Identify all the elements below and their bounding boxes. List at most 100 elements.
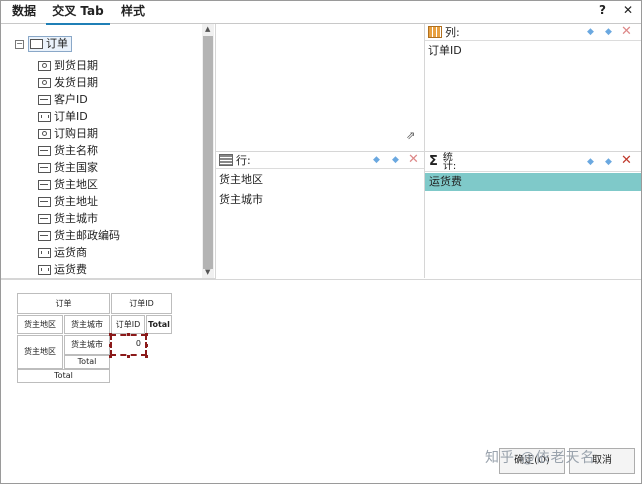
field-item[interactable]: 货主邮政编码	[38, 227, 120, 244]
field-item[interactable]: 订购日期	[38, 125, 98, 142]
resize-handle[interactable]	[145, 355, 148, 358]
field-item-label: 货主邮政编码	[54, 229, 120, 242]
field-item-label: 货主国家	[54, 161, 98, 174]
field-item[interactable]: 客户ID	[38, 91, 88, 108]
values-item-selected[interactable]: 运货费	[425, 173, 641, 191]
scroll-down-icon[interactable]: ▼	[205, 268, 210, 276]
rows-zone[interactable]: 行: ◆ ◆ ✕ 货主地区 货主城市	[216, 152, 424, 278]
field-item[interactable]: 货主地区	[38, 176, 98, 193]
move-down-icon[interactable]: ◆	[605, 157, 612, 167]
resize-handle[interactable]	[109, 344, 112, 347]
values-zone-label: 统 计:	[442, 152, 457, 172]
remove-icon[interactable]: ✕	[621, 24, 632, 39]
move-up-icon[interactable]: ◆	[587, 157, 594, 167]
resize-handle[interactable]	[109, 355, 112, 358]
rows-icon	[219, 154, 233, 166]
text-icon	[38, 145, 51, 156]
preview-col-orderid: 订单ID	[111, 315, 145, 334]
resize-handle[interactable]	[109, 333, 112, 336]
field-item[interactable]: 运货费	[38, 261, 87, 278]
scroll-up-icon[interactable]: ▲	[205, 25, 210, 33]
table-node[interactable]: 订单	[28, 36, 72, 52]
preview-row-region: 货主地区	[17, 335, 63, 369]
table-icon	[30, 39, 43, 49]
filter-zone[interactable]	[216, 24, 424, 151]
field-item-label: 发货日期	[54, 76, 98, 89]
field-item-label: 客户ID	[54, 93, 88, 106]
field-list-scrollbar[interactable]: ▲ ▼	[202, 24, 214, 278]
preview-header-orders: 订单	[17, 293, 110, 314]
field-list-panel: − 订单 到货日期发货日期客户ID 订单ID 订购日期货主名称货主国家货主地区货主地…	[1, 24, 216, 279]
field-item-label: 运货商	[54, 246, 87, 259]
zone-divider	[216, 151, 641, 152]
resize-handle[interactable]	[127, 355, 130, 358]
field-item[interactable]: 发货日期	[38, 74, 98, 91]
values-label-line2: 计:	[442, 160, 457, 172]
preview-row-subtotal: Total	[64, 355, 110, 369]
field-item-label: 货主城市	[54, 212, 98, 225]
move-down-icon[interactable]: ◆	[392, 155, 399, 165]
tab-crosstab[interactable]: 交叉 Tab	[46, 1, 110, 25]
close-icon[interactable]: ✕	[623, 3, 633, 17]
text-icon	[38, 162, 51, 173]
remove-icon[interactable]: ✕	[621, 153, 632, 168]
defer-layout-icon[interactable]: ⇗	[406, 129, 415, 142]
field-item[interactable]: 到货日期	[38, 57, 98, 74]
preview-col-total: Total	[146, 315, 172, 334]
number-icon	[38, 264, 51, 275]
text-icon	[38, 213, 51, 224]
field-item[interactable]: 订单ID	[38, 108, 88, 125]
tab-style[interactable]: 样式	[121, 1, 145, 23]
columns-zone[interactable]: 列: ◆ ◆ ✕ 订单ID	[425, 24, 641, 151]
columns-icon	[428, 26, 442, 38]
calendar-icon	[38, 60, 51, 71]
remove-icon[interactable]: ✕	[408, 152, 419, 167]
tab-data[interactable]: 数据	[12, 1, 36, 23]
table-name: 订单	[46, 37, 68, 50]
move-up-icon[interactable]: ◆	[373, 155, 380, 165]
field-item-label: 到货日期	[54, 59, 98, 72]
sigma-icon: Σ	[429, 154, 438, 169]
move-down-icon[interactable]: ◆	[605, 27, 612, 37]
text-icon	[38, 94, 51, 105]
text-icon	[38, 196, 51, 207]
field-item[interactable]: 运货商	[38, 244, 87, 261]
rows-zone-label: 行:	[236, 154, 251, 167]
tree-root-orders[interactable]: − 订单	[15, 36, 72, 52]
field-item-label: 订单ID	[54, 110, 88, 123]
crosstab-dialog: 数据 交叉 Tab 样式 ? ✕ − 订单 到货日期发货日期客户ID 订单ID 订购…	[0, 0, 642, 484]
field-item[interactable]: 货主名称	[38, 142, 98, 159]
preview-col-city: 货主城市	[64, 315, 110, 334]
field-item[interactable]: 货主城市	[38, 210, 98, 227]
scrollbar-thumb[interactable]	[203, 36, 213, 269]
watermark: 知乎 @依老天名	[485, 450, 596, 466]
field-item-label: 货主地址	[54, 195, 98, 208]
field-item-label: 订购日期	[54, 127, 98, 140]
preview-col-region: 货主地区	[17, 315, 63, 334]
resize-handle[interactable]	[145, 344, 148, 347]
collapse-icon[interactable]: −	[15, 39, 24, 49]
field-item[interactable]: 货主国家	[38, 159, 98, 176]
number-icon	[38, 111, 51, 122]
values-zone-header: Σ 统 计: ◆ ◆ ✕	[425, 152, 641, 172]
field-item[interactable]: 货主地址	[38, 193, 98, 210]
rows-item[interactable]: 货主城市	[219, 191, 263, 209]
values-zone[interactable]: Σ 统 计: ◆ ◆ ✕ 运货费	[425, 152, 641, 278]
preview-value-cell[interactable]: 0	[110, 334, 147, 356]
field-item-label: 货主地区	[54, 178, 98, 191]
resize-handle[interactable]	[145, 333, 148, 336]
rows-item[interactable]: 货主地区	[219, 171, 263, 189]
help-icon[interactable]: ?	[599, 3, 606, 17]
columns-item[interactable]: 订单ID	[428, 42, 462, 60]
tab-bar: 数据 交叉 Tab 样式 ? ✕	[1, 1, 641, 25]
columns-zone-header: 列: ◆ ◆ ✕	[425, 24, 641, 41]
calendar-icon	[38, 77, 51, 88]
text-icon	[38, 179, 51, 190]
move-up-icon[interactable]: ◆	[587, 27, 594, 37]
number-icon	[38, 247, 51, 258]
preview-divider	[1, 279, 641, 280]
resize-handle[interactable]	[127, 333, 130, 336]
columns-zone-label: 列:	[445, 26, 460, 39]
preview-row-total: Total	[17, 369, 110, 383]
text-icon	[38, 230, 51, 241]
